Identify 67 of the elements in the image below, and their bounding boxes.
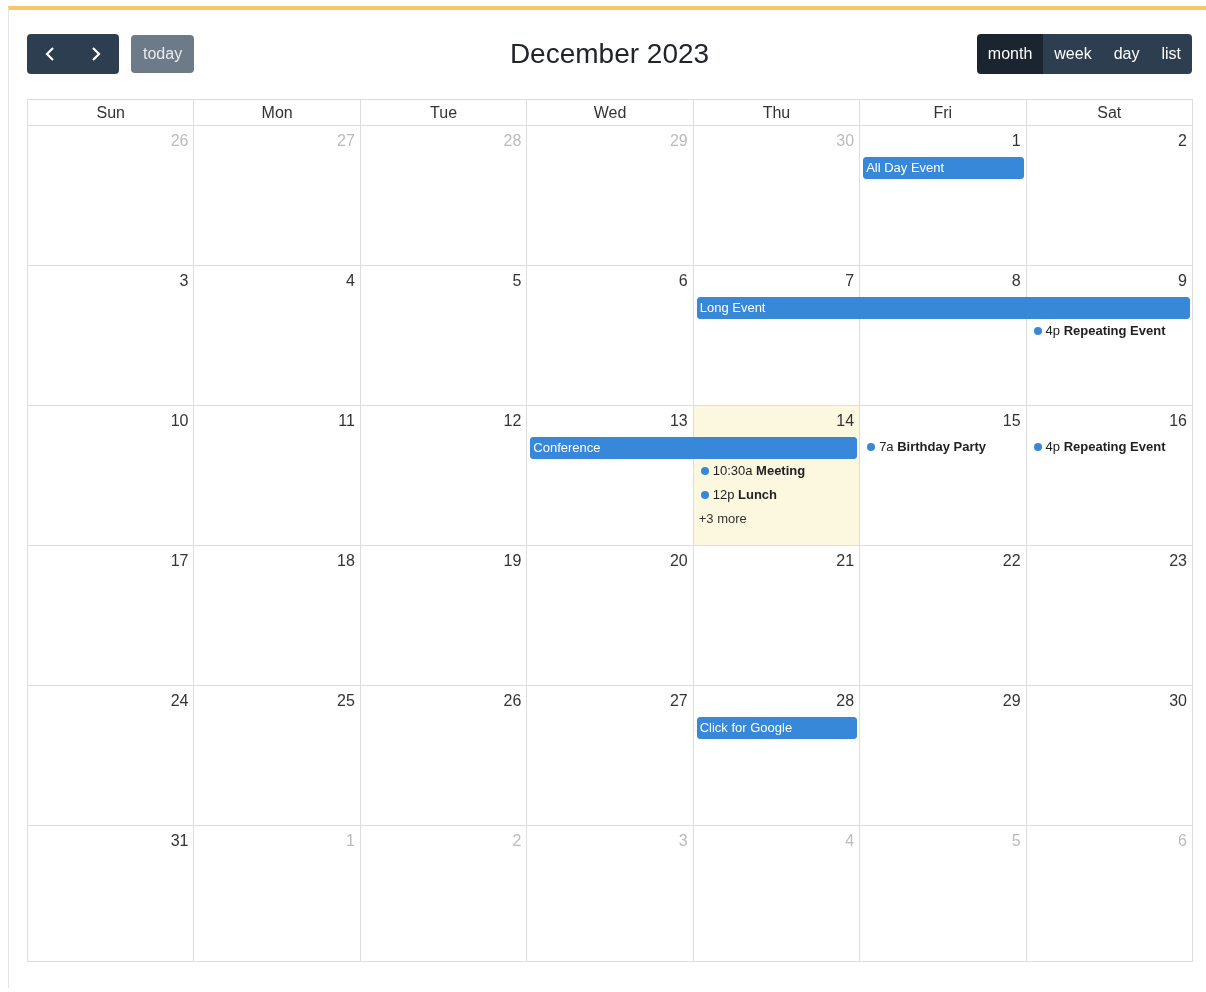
day-number[interactable]: 11 xyxy=(338,410,355,432)
day-number[interactable]: 1 xyxy=(1011,130,1021,152)
day-number[interactable]: 10 xyxy=(170,410,189,432)
day-number[interactable]: 8 xyxy=(1011,270,1021,292)
day-number[interactable]: 29 xyxy=(1002,690,1021,712)
day-number[interactable]: 16 xyxy=(1169,410,1187,432)
day-number[interactable]: 14 xyxy=(836,410,855,432)
event-item[interactable]: 10:30a Meeting xyxy=(700,461,858,481)
day-number[interactable]: 19 xyxy=(503,550,522,572)
event-item[interactable]: 4p Repeating Event xyxy=(1033,437,1190,457)
day-number[interactable]: 7 xyxy=(845,270,855,292)
day-number[interactable]: 21 xyxy=(836,550,855,572)
view-tab[interactable]: list xyxy=(1150,34,1192,74)
day-number[interactable]: 15 xyxy=(1002,410,1021,432)
day-number[interactable]: 24 xyxy=(170,690,189,712)
view-tab[interactable]: day xyxy=(1102,34,1151,74)
event-dot-icon xyxy=(700,491,709,499)
view-tab[interactable]: month xyxy=(976,34,1044,74)
day-number[interactable]: 4 xyxy=(345,270,355,292)
day-number[interactable]: 28 xyxy=(836,690,855,712)
event-dot-icon xyxy=(700,467,709,475)
calendar-title: December 2023 xyxy=(509,38,710,69)
event-label: 10:30a Meeting xyxy=(712,462,806,480)
event-bar[interactable]: All Day Event xyxy=(863,157,1024,179)
weekday-header: Fri xyxy=(933,103,953,122)
day-number[interactable]: 6 xyxy=(678,270,688,292)
day-number[interactable]: 25 xyxy=(337,690,355,712)
event-bar[interactable]: Conference xyxy=(530,437,858,459)
day-number[interactable]: 5 xyxy=(512,270,522,292)
weekday-header: Tue xyxy=(430,103,458,122)
weekday-header: Sun xyxy=(96,103,125,122)
day-number[interactable]: 18 xyxy=(337,550,355,572)
day-number[interactable]: 22 xyxy=(1002,550,1021,572)
event-item[interactable]: 4p Repeating Event xyxy=(1033,321,1190,341)
previous-button[interactable] xyxy=(27,34,73,74)
event-label: 4p Repeating Event xyxy=(1045,322,1166,340)
view-tab[interactable]: week xyxy=(1043,34,1103,74)
day-number[interactable]: 13 xyxy=(669,410,688,432)
day-number[interactable]: 27 xyxy=(669,690,688,712)
day-number[interactable]: 31 xyxy=(170,830,189,852)
chevron-right-icon xyxy=(91,46,101,62)
day-number[interactable]: 30 xyxy=(1169,690,1187,712)
day-number[interactable]: 3 xyxy=(179,270,189,292)
event-bar[interactable]: Long Event xyxy=(696,297,1190,319)
event-dot-icon xyxy=(1033,443,1042,451)
day-number[interactable]: 26 xyxy=(503,690,522,712)
day-number[interactable]: 23 xyxy=(1169,550,1187,572)
event-label: 4p Repeating Event xyxy=(1045,438,1166,456)
event-dot-icon xyxy=(1033,327,1042,335)
event-bar[interactable]: Click for Google xyxy=(696,717,858,739)
event-label: 7a Birthday Party xyxy=(879,438,987,456)
weekday-header: Thu xyxy=(762,103,791,122)
day-number[interactable]: 12 xyxy=(503,410,522,432)
weekday-header: Sat xyxy=(1097,103,1122,122)
day-number[interactable]: 9 xyxy=(1178,270,1187,292)
next-button[interactable] xyxy=(73,34,119,74)
day-number[interactable]: 17 xyxy=(170,550,189,572)
day-number[interactable]: 2 xyxy=(1178,130,1187,152)
event-dot-icon xyxy=(867,443,876,451)
event-item[interactable]: 12p Lunch xyxy=(700,485,858,505)
weekday-header: Mon xyxy=(261,103,293,122)
event-label: 12p Lunch xyxy=(712,486,777,504)
chevron-left-icon xyxy=(45,46,55,62)
more-link[interactable]: +3 more xyxy=(698,509,747,529)
weekday-header: Wed xyxy=(593,103,627,122)
day-number[interactable]: 20 xyxy=(669,550,688,572)
event-item[interactable]: 7a Birthday Party xyxy=(867,437,1024,457)
